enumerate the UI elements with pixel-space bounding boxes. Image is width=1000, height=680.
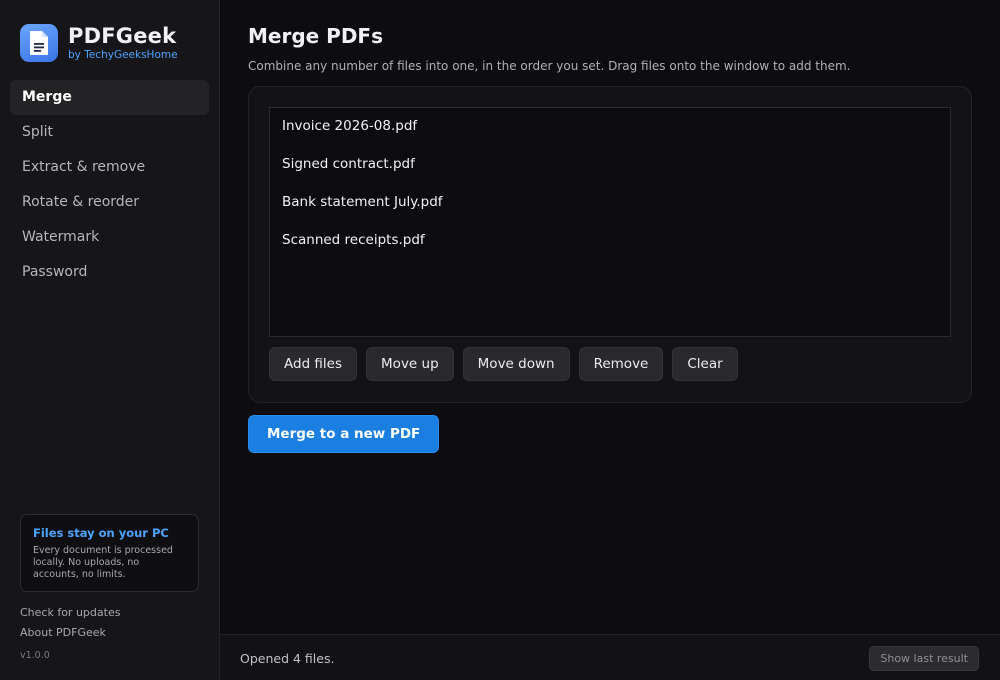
check-updates-link[interactable]: Check for updates xyxy=(20,606,120,619)
move-down-button[interactable]: Move down xyxy=(462,347,570,381)
sidebar-item-extract-remove[interactable]: Extract & remove xyxy=(10,150,209,185)
document-icon xyxy=(20,24,58,62)
privacy-body: Every document is processed locally. No … xyxy=(33,545,173,580)
status-message: Opened 4 files. xyxy=(240,651,335,666)
sidebar-item-password[interactable]: Password xyxy=(10,255,209,290)
version-label: v1.0.0 xyxy=(20,650,50,661)
sidebar-item-watermark[interactable]: Watermark xyxy=(10,220,209,255)
status-bar: Opened 4 files. Show last result xyxy=(220,634,1000,680)
merge-button[interactable]: Merge to a new PDF xyxy=(248,415,440,453)
list-item[interactable]: Bank statement July.pdf xyxy=(270,191,950,229)
brand-subtitle: by TechyGeeksHome xyxy=(68,49,178,61)
brand-name: PDFGeek xyxy=(68,24,177,48)
show-last-result-button[interactable]: Show last result xyxy=(869,646,979,671)
sidebar-item-merge[interactable]: Merge xyxy=(10,80,209,115)
sidebar-item-rotate-reorder[interactable]: Rotate & reorder xyxy=(10,185,209,220)
add-files-button[interactable]: Add files xyxy=(269,347,358,381)
file-list[interactable]: Invoice 2026-08.pdf Signed contract.pdf … xyxy=(269,107,951,337)
list-item[interactable]: Invoice 2026-08.pdf xyxy=(270,115,950,153)
merge-panel: Invoice 2026-08.pdf Signed contract.pdf … xyxy=(248,86,972,403)
move-up-button[interactable]: Move up xyxy=(366,347,454,381)
list-item[interactable]: Scanned receipts.pdf xyxy=(270,229,950,267)
page-title: Merge PDFs xyxy=(248,24,383,48)
sidebar-item-split[interactable]: Split xyxy=(10,115,209,150)
remove-button[interactable]: Remove xyxy=(578,347,664,381)
sidebar: PDFGeek by TechyGeeksHome Merge Split Ex… xyxy=(0,0,220,680)
privacy-card: Files stay on your PC Every document is … xyxy=(20,514,199,592)
privacy-title: Files stay on your PC xyxy=(33,526,169,540)
list-item[interactable]: Signed contract.pdf xyxy=(270,153,950,191)
clear-button[interactable]: Clear xyxy=(672,347,738,381)
file-actions: Add files Move up Move down Remove Clear xyxy=(269,347,747,381)
sidebar-nav: Merge Split Extract & remove Rotate & re… xyxy=(10,80,209,290)
page-description: Combine any number of files into one, in… xyxy=(248,59,851,73)
main-content: Merge PDFs Combine any number of files i… xyxy=(220,0,1000,634)
brand: PDFGeek by TechyGeeksHome xyxy=(20,24,178,62)
about-link[interactable]: About PDFGeek xyxy=(20,626,106,639)
